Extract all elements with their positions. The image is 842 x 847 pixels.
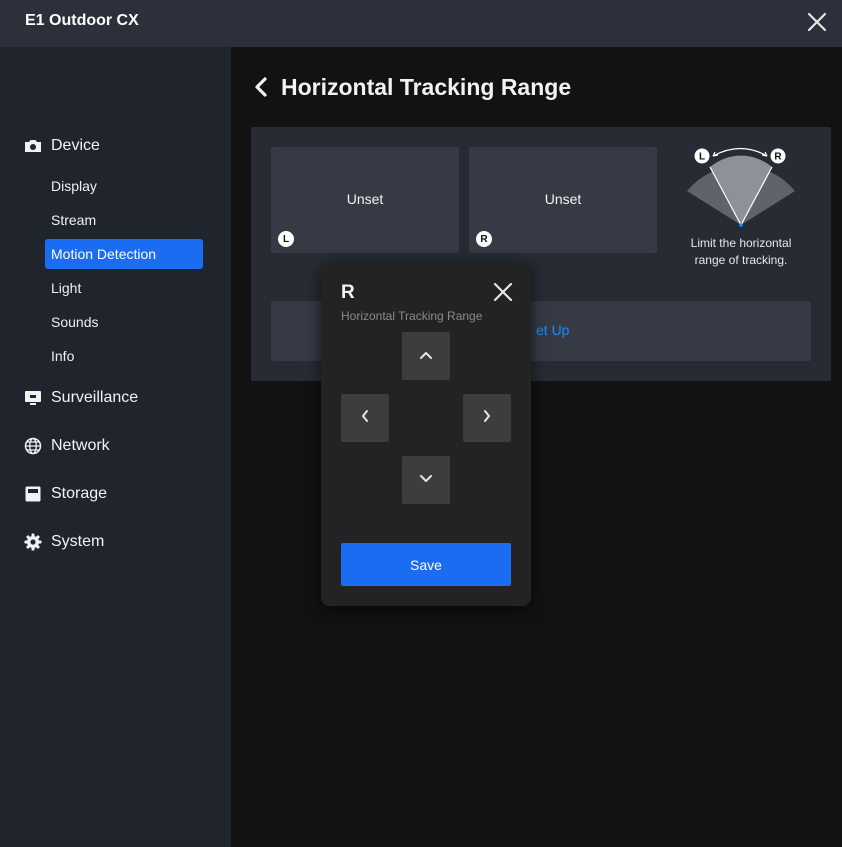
sidebar-item-light[interactable]: Light [45, 273, 203, 303]
monitor-icon [24, 389, 42, 407]
title-bar: E1 Outdoor CX [0, 0, 842, 47]
save-button[interactable]: Save [341, 543, 511, 586]
direction-popup: R Horizontal Tracking Range Save [321, 262, 531, 606]
close-icon[interactable] [493, 282, 513, 302]
move-down-button[interactable] [402, 456, 450, 504]
tracking-description: Limit the horizontal range of tracking. [690, 236, 792, 267]
left-position-card[interactable]: Unset L [271, 147, 459, 253]
left-position-value: Unset [346, 191, 384, 207]
illustration-right-marker: R [770, 148, 786, 164]
move-left-button[interactable] [341, 394, 389, 442]
app-title: E1 Outdoor CX [25, 12, 139, 29]
right-position-card[interactable]: Unset R [469, 147, 657, 253]
globe-icon [24, 437, 42, 455]
chevron-left-icon [360, 409, 370, 428]
gear-icon [24, 533, 42, 551]
sidebar: Device Display Stream Motion Detection L… [0, 47, 231, 847]
nav-device-label: Device [51, 137, 100, 154]
close-icon[interactable] [806, 11, 828, 33]
move-up-button[interactable] [402, 332, 450, 380]
move-right-button[interactable] [463, 394, 511, 442]
sidebar-item-info[interactable]: Info [45, 341, 203, 371]
left-badge: L [278, 231, 294, 247]
chevron-right-icon [482, 409, 492, 428]
nav-storage-label: Storage [51, 485, 108, 502]
nav-device[interactable]: Device [24, 134, 100, 158]
svg-text:L: L [699, 152, 705, 163]
nav-surveillance-label: Surveillance [51, 389, 139, 406]
nav-storage[interactable]: Storage [24, 482, 107, 506]
camera-icon [24, 137, 42, 155]
popup-subtitle: Horizontal Tracking Range [341, 309, 483, 323]
tracking-range-illustration: L R [685, 145, 797, 230]
chevron-down-icon [419, 471, 433, 489]
storage-icon [24, 485, 42, 503]
illustration-left-marker: L [694, 148, 710, 164]
page-header: Horizontal Tracking Range [253, 73, 571, 101]
svg-text:R: R [774, 152, 782, 163]
page-title: Horizontal Tracking Range [281, 73, 572, 100]
popup-title: R [341, 282, 355, 303]
right-position-value: Unset [544, 191, 582, 207]
sidebar-item-sounds[interactable]: Sounds [45, 307, 203, 337]
nav-system[interactable]: System [24, 530, 104, 554]
nav-network[interactable]: Network [24, 434, 110, 458]
right-badge: R [476, 231, 492, 247]
sidebar-item-motion-detection[interactable]: Motion Detection [45, 239, 203, 269]
nav-surveillance[interactable]: Surveillance [24, 386, 138, 410]
nav-system-label: System [51, 533, 105, 550]
sidebar-item-display[interactable]: Display [45, 171, 203, 201]
set-up-label: et Up [536, 322, 570, 338]
sidebar-item-stream[interactable]: Stream [45, 205, 203, 235]
nav-network-label: Network [51, 437, 110, 454]
back-icon[interactable] [253, 73, 273, 101]
chevron-up-icon [419, 347, 433, 365]
